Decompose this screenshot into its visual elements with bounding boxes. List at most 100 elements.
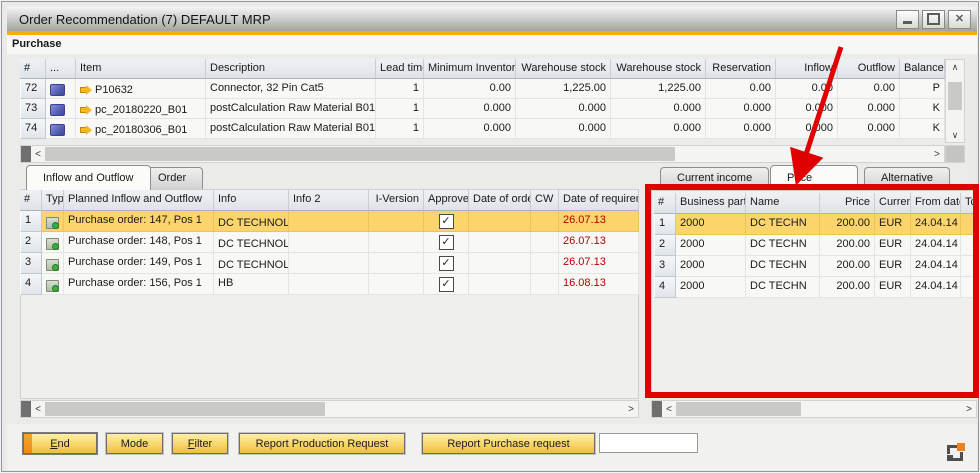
scroll-left-icon[interactable]: <	[31, 149, 45, 160]
outflow-cell[interactable]: 0.000	[838, 99, 900, 119]
column-header[interactable]: Minimum Inventory	[424, 59, 516, 79]
warehouse-stock-cell[interactable]: 0.000	[611, 99, 706, 119]
date-of-order-cell[interactable]	[469, 253, 531, 274]
close-button[interactable]: ✕	[948, 10, 971, 29]
column-header[interactable]: Approved	[424, 190, 469, 211]
column-header[interactable]: Date of order	[469, 190, 531, 211]
item-cell[interactable]: pc_20180306_B01	[76, 119, 206, 139]
row-number-cell[interactable]: 72	[20, 79, 46, 99]
top-table-horizontal-scrollbar[interactable]: < >	[20, 145, 945, 163]
scroll-right-icon[interactable]: >	[930, 149, 944, 160]
resize-grip-icon[interactable]	[947, 443, 965, 461]
cw-cell[interactable]	[531, 274, 559, 295]
currency-cell[interactable]: EUR	[875, 277, 911, 298]
column-header[interactable]: Business partner	[676, 193, 746, 214]
order-type-cell[interactable]	[42, 232, 64, 253]
approved-cell[interactable]: ✓	[424, 232, 469, 253]
scrollbar-thumb[interactable]	[676, 402, 801, 416]
link-arrow-icon[interactable]	[80, 105, 92, 115]
description-cell[interactable]: postCalculation Raw Material B01	[206, 119, 376, 139]
warehouse-stock-cell[interactable]: 1,225.00	[516, 79, 611, 99]
column-header[interactable]: Currenc	[875, 193, 911, 214]
approved-cell[interactable]: ✓	[424, 274, 469, 295]
outflow-cell[interactable]: 0.000	[838, 119, 900, 139]
table-row[interactable]	[46, 99, 76, 119]
currency-cell[interactable]: EUR	[875, 214, 911, 235]
from-date-cell[interactable]: 24.04.14	[911, 256, 961, 277]
iversion-cell[interactable]	[369, 211, 424, 232]
column-header[interactable]: Inflow	[776, 59, 838, 79]
reservation-cell[interactable]: 0.00	[706, 79, 776, 99]
price-cell[interactable]: 200.00	[820, 235, 875, 256]
mode-button[interactable]: Mode	[106, 433, 163, 454]
info-cell[interactable]: DC TECHNOLO	[214, 253, 289, 274]
min-inventory-cell[interactable]: 0.000	[424, 119, 516, 139]
column-header[interactable]: #	[20, 59, 46, 79]
info-cell[interactable]: DC TECHNOLO	[214, 211, 289, 232]
business-partner-cell[interactable]: 2000	[676, 214, 746, 235]
left-panel-horizontal-scrollbar[interactable]: < >	[20, 400, 639, 418]
to-date-cell[interactable]	[961, 214, 974, 235]
inflow-cell[interactable]: 0.00	[776, 79, 838, 99]
column-header[interactable]: Outflow	[838, 59, 900, 79]
reservation-cell[interactable]: 0.000	[706, 119, 776, 139]
row-number-cell[interactable]: 1	[654, 214, 676, 235]
from-date-cell[interactable]: 24.04.14	[911, 235, 961, 256]
planned-inflow-cell[interactable]: Purchase order: 147, Pos 1	[64, 211, 214, 232]
top-table-vertical-scrollbar[interactable]: ∧ ∨	[945, 59, 965, 143]
column-header[interactable]: Item	[76, 59, 206, 79]
cw-cell[interactable]	[531, 253, 559, 274]
currency-cell[interactable]: EUR	[875, 256, 911, 277]
to-date-cell[interactable]	[961, 235, 974, 256]
name-cell[interactable]: DC TECHN	[746, 235, 820, 256]
scroll-right-icon[interactable]: >	[624, 404, 638, 415]
min-inventory-cell[interactable]: 0.00	[424, 79, 516, 99]
column-header[interactable]: #	[20, 190, 42, 211]
maximize-button[interactable]	[922, 10, 945, 29]
approved-checkbox[interactable]: ✓	[439, 256, 454, 271]
iversion-cell[interactable]	[369, 232, 424, 253]
link-arrow-icon[interactable]	[80, 85, 92, 95]
scrollbar-thumb[interactable]	[45, 147, 675, 161]
footer-text-input[interactable]	[599, 433, 698, 453]
order-type-cell[interactable]	[42, 274, 64, 295]
to-date-cell[interactable]	[961, 256, 974, 277]
order-type-cell[interactable]	[42, 211, 64, 232]
balance-uom-cell[interactable]: K	[900, 99, 945, 119]
column-header[interactable]: #	[654, 193, 676, 214]
name-cell[interactable]: DC TECHN	[746, 256, 820, 277]
filter-button[interactable]: Filter	[172, 433, 228, 454]
column-header[interactable]: Warehouse stock	[611, 59, 706, 79]
info2-cell[interactable]	[289, 232, 369, 253]
planned-inflow-cell[interactable]: Purchase order: 148, Pos 1	[64, 232, 214, 253]
tab-price[interactable]: Price	[770, 165, 858, 190]
info-cell[interactable]: DC TECHNOLO	[214, 232, 289, 253]
info2-cell[interactable]	[289, 253, 369, 274]
approved-cell[interactable]: ✓	[424, 211, 469, 232]
item-cell[interactable]: pc_20180220_B01	[76, 99, 206, 119]
date-of-order-cell[interactable]	[469, 274, 531, 295]
business-partner-cell[interactable]: 2000	[676, 256, 746, 277]
link-arrow-icon[interactable]	[80, 125, 92, 135]
date-of-requirement-cell[interactable]: 26.07.13	[559, 211, 639, 232]
report-purchase-request-button[interactable]: Report Purchase request	[422, 433, 595, 454]
column-header[interactable]: Name	[746, 193, 820, 214]
scrollbar-thumb[interactable]	[948, 82, 962, 110]
column-header[interactable]: Balance U	[900, 59, 945, 79]
row-number-cell[interactable]: 1	[20, 211, 42, 232]
price-cell[interactable]: 200.00	[820, 214, 875, 235]
row-number-cell[interactable]: 73	[20, 99, 46, 119]
column-header[interactable]: Reservation	[706, 59, 776, 79]
cw-cell[interactable]	[531, 211, 559, 232]
info2-cell[interactable]	[289, 274, 369, 295]
warehouse-stock-cell[interactable]: 1,225.00	[611, 79, 706, 99]
table-row[interactable]	[46, 79, 76, 99]
scroll-up-icon[interactable]: ∧	[952, 60, 959, 74]
outflow-cell[interactable]: 0.00	[838, 79, 900, 99]
date-of-order-cell[interactable]	[469, 232, 531, 253]
scroll-right-icon[interactable]: >	[962, 404, 976, 415]
to-date-cell[interactable]	[961, 277, 974, 298]
balance-uom-cell[interactable]: P	[900, 79, 945, 99]
description-cell[interactable]: postCalculation Raw Material B01	[206, 99, 376, 119]
business-partner-cell[interactable]: 2000	[676, 277, 746, 298]
